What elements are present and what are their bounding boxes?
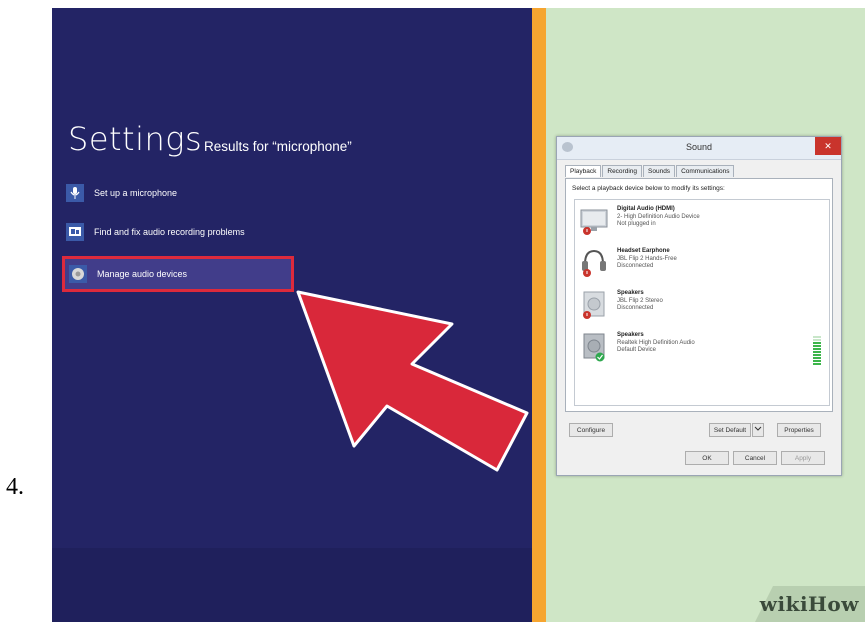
device-driver: 2- High Definition Audio Device [617,213,700,220]
dialog-title: Sound [685,142,713,152]
result-fix-audio-recording[interactable]: Find and fix audio recording problems [66,219,245,245]
device-driver: JBL Flip 2 Hands-Free [617,255,677,262]
settings-title: Settings [68,120,203,158]
chevron-down-icon [754,426,762,431]
sound-dialog: Sound ✕ Playback Recording Sounds Commun… [556,136,842,476]
watermark-text: wikiHow [759,592,859,616]
result-manage-audio-devices[interactable]: Manage audio devices [62,256,294,292]
properties-button[interactable]: Properties [777,423,821,437]
speaker-device-icon [583,333,605,362]
speaker-icon [69,265,87,283]
headset-icon [582,249,606,277]
device-status: Not plugged in [617,221,656,227]
pointer-arrow-icon [296,290,529,472]
result-label: Set up a microphone [94,188,178,198]
settings-search-panel: Settings Results for “microphone” Set up… [52,8,532,622]
volume-meter [813,336,821,366]
device-item[interactable]: Digital Audio (HDMI) 2- High Definition … [579,206,819,242]
set-default-button[interactable]: Set Default [709,423,751,437]
device-list[interactable]: Digital Audio (HDMI) 2- High Definition … [574,199,830,406]
dialog-titlebar: Sound ✕ [557,137,841,160]
apply-button[interactable]: Apply [781,451,825,465]
tab-sounds[interactable]: Sounds [643,165,676,177]
device-name: Digital Audio (HDMI) [617,206,675,212]
tab-communications[interactable]: Communications [676,165,735,177]
device-name: Speakers [617,332,644,338]
wikihow-watermark: wikiHow [725,576,865,622]
device-driver: Realtek High Definition Audio [617,339,695,346]
sound-panel: Sound ✕ Playback Recording Sounds Commun… [546,8,865,622]
tab-recording[interactable]: Recording [602,165,643,177]
set-default-dropdown[interactable] [752,423,764,437]
settings-header: Settings [68,120,202,158]
results-label: Results for “microphone” [204,139,352,154]
panel-divider [532,8,546,622]
step-number: 4. [6,474,24,500]
device-status: Default Device [617,347,657,353]
microphone-icon [66,184,84,202]
device-name: Headset Earphone [617,248,670,254]
monitor-icon [580,209,608,235]
instruction-text: Select a playback device below to modify… [572,185,725,192]
device-status: Disconnected [617,263,654,269]
result-set-up-microphone[interactable]: Set up a microphone [66,180,177,206]
configure-button[interactable]: Configure [569,423,613,437]
device-item[interactable]: Speakers JBL Flip 2 Stereo Disconnected [579,290,819,326]
playback-tab-body: Select a playback device below to modify… [565,178,833,412]
device-driver: JBL Flip 2 Stereo [617,297,663,304]
troubleshoot-icon [66,223,84,241]
ok-button[interactable]: OK [685,451,729,465]
device-item[interactable]: Headset Earphone JBL Flip 2 Hands-Free D… [579,248,819,284]
result-label: Find and fix audio recording problems [94,227,245,237]
tutorial-image: Settings Results for “microphone” Set up… [52,8,865,622]
device-name: Speakers [617,290,644,296]
cancel-button[interactable]: Cancel [733,451,777,465]
dialog-tabs: Playback Recording Sounds Communications [565,165,735,177]
speaker-device-icon [583,291,605,319]
tab-playback[interactable]: Playback [565,165,602,177]
device-item-default[interactable]: Speakers Realtek High Definition Audio D… [579,332,819,368]
result-label: Manage audio devices [97,269,188,279]
device-status: Disconnected [617,305,654,311]
close-button[interactable]: ✕ [815,137,841,155]
